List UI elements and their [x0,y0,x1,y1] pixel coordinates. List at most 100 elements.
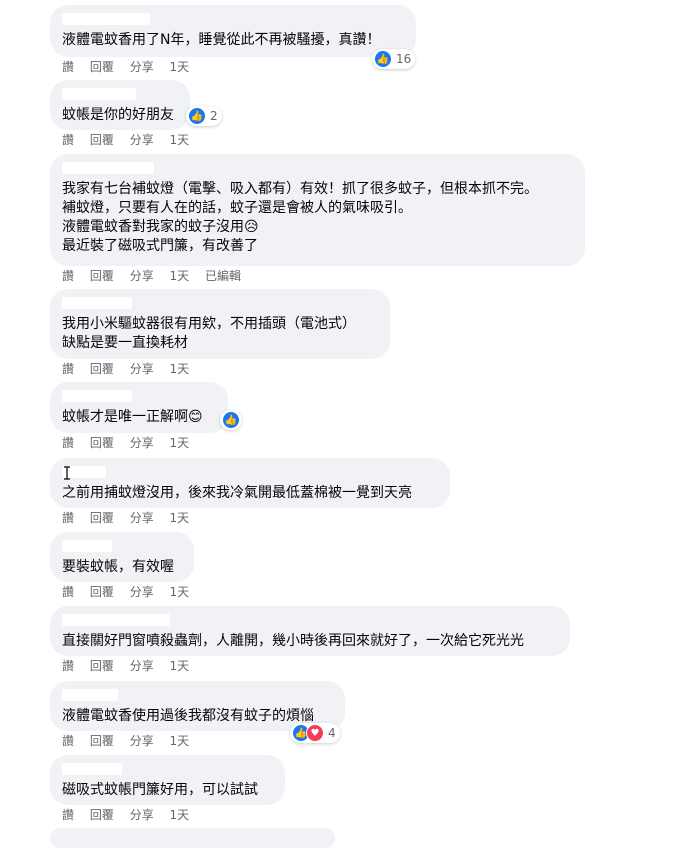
reply-button[interactable]: 回覆 [90,808,114,822]
comment-text: 液體電蚊香用了N年，睡覺從此不再被騷擾，真讚！ [62,32,381,48]
comment: 液體電蚊香用了N年，睡覺從此不再被騷擾，真讚！ 👍 16 讚 回覆 分享 1天 [50,5,416,75]
comment-actions: 讚 回覆 分享 1天 [50,510,450,526]
love-icon: ♥ [306,724,324,742]
reaction-count: 2 [210,109,218,123]
reaction-summary[interactable]: 👍 [220,410,242,430]
author-name-redacted[interactable] [62,162,154,174]
comment-bubble: 液體電蚊香使用過後我都沒有蚊子的煩惱 👍 ♥ 4 [50,681,345,743]
share-button[interactable]: 分享 [130,585,154,599]
reply-button[interactable]: 回覆 [90,60,114,74]
share-button[interactable]: 分享 [130,436,154,450]
like-button[interactable]: 讚 [62,808,74,822]
author-name-redacted[interactable] [62,13,150,25]
comment-text: 之前用捕蚊燈沒用，後來我冷氣開最低蓋棉被一覺到天亮 [62,485,412,501]
author-name-redacted[interactable] [62,689,118,701]
comment-bubble: 要裝蚊帳，有效喔 [50,532,194,582]
comment-actions: 讚 回覆 分享 1天 [50,59,416,75]
reply-button[interactable]: 回覆 [90,269,114,283]
timestamp[interactable]: 1天 [170,585,190,599]
share-button[interactable]: 分享 [130,269,154,283]
like-button[interactable]: 讚 [62,269,74,283]
share-button[interactable]: 分享 [130,808,154,822]
comment: 之前用捕蚊燈沒用，後來我冷氣開最低蓋棉被一覺到天亮 讚 回覆 分享 1天 [50,458,450,526]
comment-text: 我用小米驅蚊器很有用欸，不用插頭（電池式） 缺點是要一直換耗材 [62,316,356,351]
comment-text: 磁吸式蚊帳門簾好用，可以試試 [62,782,258,798]
author-name-redacted[interactable] [62,297,132,309]
author-name-redacted[interactable] [62,88,136,100]
comment: 要裝蚊帳，有效喔 讚 回覆 分享 1天 [50,532,194,600]
reply-button[interactable]: 回覆 [90,133,114,147]
like-button[interactable]: 讚 [62,133,74,147]
comment: 我家有七台補蚊燈（電擊、吸入都有）有效！抓了很多蚊子，但根本抓不完。 補蚊燈，只… [50,154,585,284]
reply-button[interactable]: 回覆 [90,659,114,673]
share-button[interactable]: 分享 [130,734,154,748]
timestamp[interactable]: 1天 [170,269,190,283]
comment-actions: 讚 回覆 分享 1天 [50,584,194,600]
timestamp[interactable]: 1天 [170,362,190,376]
timestamp[interactable]: 1天 [170,511,190,525]
share-button[interactable]: 分享 [130,133,154,147]
reply-button[interactable]: 回覆 [90,585,114,599]
comment-text: 我家有七台補蚊燈（電擊、吸入都有）有效！抓了很多蚊子，但根本抓不完。 補蚊燈，只… [62,181,538,254]
reaction-summary[interactable]: 👍 ♥ 4 [290,723,340,743]
comment-bubble: 我家有七台補蚊燈（電擊、吸入都有）有效！抓了很多蚊子，但根本抓不完。 補蚊燈，只… [50,154,585,266]
comment: 液體電蚊香使用過後我都沒有蚊子的煩惱 👍 ♥ 4 讚 回覆 分享 1天 [50,681,345,749]
timestamp[interactable]: 1天 [170,133,190,147]
text-cursor-icon [64,466,70,480]
like-button[interactable]: 讚 [62,659,74,673]
timestamp[interactable]: 1天 [170,436,190,450]
like-icon: 👍 [374,50,392,68]
reply-button[interactable]: 回覆 [90,362,114,376]
comment-actions: 讚 回覆 分享 1天 [50,132,190,148]
timestamp[interactable]: 1天 [170,808,190,822]
share-button[interactable]: 分享 [130,60,154,74]
comment-bubble-partial [50,828,335,848]
like-button[interactable]: 讚 [62,60,74,74]
reaction-summary[interactable]: 👍 2 [186,106,222,126]
reply-button[interactable]: 回覆 [90,734,114,748]
share-button[interactable]: 分享 [130,511,154,525]
timestamp[interactable]: 1天 [170,659,190,673]
comment-actions: 讚 回覆 分享 1天 [50,807,285,823]
like-button[interactable]: 讚 [62,585,74,599]
comment-text: 液體電蚊香使用過後我都沒有蚊子的煩惱 [62,708,314,724]
author-name-redacted[interactable] [62,614,170,626]
like-icon: 👍 [188,107,206,125]
comment-bubble: 我用小米驅蚊器很有用欸，不用插頭（電池式） 缺點是要一直換耗材 [50,289,390,359]
comment-text: 要裝蚊帳，有效喔 [62,559,174,575]
comment-actions: 讚 回覆 分享 1天 [50,435,228,451]
timestamp[interactable]: 1天 [170,734,190,748]
comment-actions: 讚 回覆 分享 1天 已編輯 [50,268,585,284]
comment-bubble: 直接關好門窗噴殺蟲劑，人離開，幾小時後再回來就好了，一次給它死光光 [50,606,570,656]
edited-label[interactable]: 已編輯 [205,269,241,283]
comment: 我用小米驅蚊器很有用欸，不用插頭（電池式） 缺點是要一直換耗材 讚 回覆 分享 … [50,289,390,377]
comment-bubble: 磁吸式蚊帳門簾好用，可以試試 [50,755,285,805]
reply-button[interactable]: 回覆 [90,511,114,525]
like-button[interactable]: 讚 [62,511,74,525]
author-name-redacted[interactable] [62,390,132,402]
reaction-count: 16 [396,52,412,66]
reply-button[interactable]: 回覆 [90,436,114,450]
share-button[interactable]: 分享 [130,362,154,376]
comment-actions: 讚 回覆 分享 1天 [50,658,570,674]
comment-text: 直接關好門窗噴殺蟲劑，人離開，幾小時後再回來就好了，一次給它死光光 [62,633,524,649]
timestamp[interactable]: 1天 [170,60,190,74]
reaction-summary[interactable]: 👍 16 [372,49,416,69]
like-button[interactable]: 讚 [62,362,74,376]
comment-text: 蚊帳才是唯一正解啊😊 [62,409,203,425]
like-button[interactable]: 讚 [62,734,74,748]
comment-actions: 讚 回覆 分享 1天 [50,361,390,377]
like-icon: 👍 [222,411,240,429]
comment-bubble: 之前用捕蚊燈沒用，後來我冷氣開最低蓋棉被一覺到天亮 [50,458,450,508]
comment: 蚊帳是你的好朋友 👍 2 讚 回覆 分享 1天 [50,80,222,148]
author-name-redacted[interactable] [62,763,122,775]
comment: 蚊帳才是唯一正解啊😊 👍 讚 回覆 分享 1天 [50,382,242,451]
author-name-redacted[interactable] [62,540,112,552]
comment-bubble: 蚊帳是你的好朋友 👍 2 [50,80,222,130]
share-button[interactable]: 分享 [130,659,154,673]
comment: 直接關好門窗噴殺蟲劑，人離開，幾小時後再回來就好了，一次給它死光光 讚 回覆 分… [50,606,570,674]
like-button[interactable]: 讚 [62,436,74,450]
comment-bubble: 蚊帳才是唯一正解啊😊 👍 [50,382,242,433]
comment-text: 蚊帳是你的好朋友 [62,107,174,123]
comment: 磁吸式蚊帳門簾好用，可以試試 讚 回覆 分享 1天 [50,755,285,823]
